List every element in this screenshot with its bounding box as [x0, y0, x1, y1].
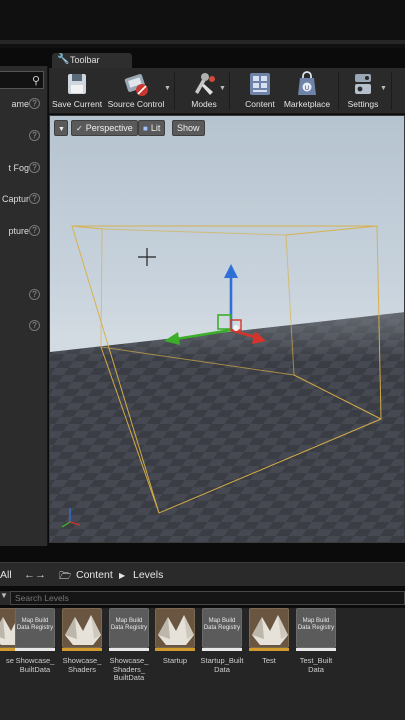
asset-name: Test_Built Data [299, 656, 333, 674]
search-levels-input[interactable]: Search Levels [10, 591, 405, 605]
level-preview-icon [65, 615, 101, 645]
asset-grid: se Map Build Data Registry Showcase_ Built… [0, 608, 405, 720]
divider [174, 72, 175, 110]
help-icon[interactable]: ? [29, 193, 40, 204]
chevron-down-icon[interactable]: ▼ [164, 85, 171, 92]
help-icon[interactable]: ? [29, 225, 40, 236]
chevron-down-icon[interactable]: ▼ [380, 85, 387, 92]
content-browser-path-bar: All ←→ 🗁 Content ▶ Levels [0, 562, 405, 586]
help-icon[interactable]: ? [29, 130, 40, 141]
modes-icon [195, 73, 215, 95]
asset-name: Startup [162, 656, 188, 665]
chevron-down-icon[interactable]: ▼ [219, 85, 226, 92]
chevron-right-icon: ▶ [119, 571, 126, 580]
window-top-strip [0, 0, 405, 48]
asset-tile[interactable]: Map Build Data Registry Showcase_ Shaders… [109, 608, 149, 683]
details-row-help-a: ? [0, 289, 44, 303]
asset-tile[interactable]: Startup [155, 608, 195, 666]
map-build-data-thumbnail: Map Build Data Registry [296, 608, 336, 648]
details-search-input[interactable]: ⚲ [0, 71, 44, 89]
crosshair-icon [138, 248, 156, 266]
help-icon[interactable]: ? [29, 289, 40, 300]
perspective-button[interactable]: ✓ Perspective [71, 120, 138, 136]
asset-type-bar [109, 648, 149, 651]
show-flags-button[interactable]: Show [172, 120, 205, 136]
modes-button[interactable]: Modes [185, 70, 223, 112]
content-browser-icon [250, 73, 270, 95]
lit-sphere-icon: ■ [143, 124, 148, 133]
details-row-name[interactable]: ame? [0, 98, 44, 112]
level-map-thumbnail [62, 608, 102, 648]
save-icon [68, 74, 86, 94]
save-current-button[interactable]: Save Current [52, 70, 102, 112]
asset-tile[interactable]: Showcase_ Shaders [62, 608, 102, 674]
lit-view-mode-button[interactable]: ■ Lit [138, 120, 166, 136]
settings-icon [355, 74, 371, 94]
asset-type-bar [155, 648, 195, 651]
level-map-thumbnail [249, 608, 289, 648]
filter-all-button[interactable]: All [0, 569, 12, 581]
asset-tile[interactable]: Test [249, 608, 289, 666]
nav-back-forward-icon[interactable]: ←→ [24, 569, 46, 581]
asset-tile[interactable]: Map Build Data Registry Startup_Built Dat… [200, 608, 244, 674]
viewport-options-button[interactable]: ▼ [54, 120, 68, 136]
settings-button[interactable]: Settings [345, 70, 381, 112]
level-map-thumbnail [155, 608, 195, 648]
asset-name: Showcase_ Shaders_ BuiltData [109, 656, 149, 682]
tab-toolbar[interactable]: 🔧 Toolbar [52, 53, 132, 69]
details-row-capture-2[interactable]: pture? [0, 225, 44, 239]
level-viewport[interactable]: ▼ ✓ Perspective ■ Lit Show [49, 115, 405, 543]
asset-type-bar [296, 648, 336, 651]
help-icon[interactable]: ? [29, 162, 40, 173]
map-build-data-thumbnail: Map Build Data Registry [109, 608, 149, 648]
details-row-help-b: ? [0, 320, 44, 334]
source-control-icon [124, 74, 148, 96]
details-row-fog[interactable]: t Fog? [0, 162, 44, 176]
divider [391, 72, 392, 110]
details-row-capture[interactable]: Captur? [0, 193, 44, 207]
map-build-data-thumbnail: Map Build Data Registry [202, 608, 242, 648]
toolbar: Save Current Source Control ▼ Modes ▼ Co… [49, 68, 405, 114]
asset-tile[interactable]: Map Build Data Registry Test_Built Data [296, 608, 336, 674]
asset-name: Showcase_ BuiltData [15, 656, 55, 674]
filters-dropdown[interactable]: ▼ [0, 591, 10, 605]
level-preview-icon [158, 615, 194, 645]
perspective-icon: ✓ [76, 124, 83, 133]
svg-text:U: U [305, 85, 309, 92]
chevron-down-icon: ▼ [58, 126, 65, 133]
asset-name: Test [262, 656, 276, 665]
source-control-button[interactable]: Source Control [107, 70, 165, 112]
asset-type-bar [249, 648, 289, 651]
breadcrumb-levels[interactable]: Levels [133, 569, 163, 581]
breadcrumb-content[interactable]: Content [76, 569, 113, 581]
asset-type-bar [15, 648, 55, 651]
level-preview-icon [252, 615, 288, 645]
search-icon: ⚲ [31, 75, 40, 87]
map-build-data-thumbnail: Map Build Data Registry [15, 608, 55, 648]
asset-type-bar [202, 648, 242, 651]
asset-tile[interactable]: Map Build Data Registry Showcase_ BuiltDa… [15, 608, 55, 674]
content-button[interactable]: Content [242, 70, 278, 112]
asset-name: Showcase_ Shaders [62, 656, 102, 674]
folder-icon: 🗁 [59, 571, 72, 582]
marketplace-icon: U [298, 71, 316, 95]
asset-type-bar [62, 648, 102, 651]
asset-name: Startup_Built Data [200, 656, 244, 674]
marketplace-button[interactable]: U Marketplace [282, 70, 332, 112]
help-icon[interactable]: ? [29, 98, 40, 109]
divider [338, 72, 339, 110]
divider [229, 72, 230, 110]
divider [0, 40, 405, 44]
wrench-icon: 🔧 [57, 54, 70, 65]
viewport-scene [50, 225, 404, 542]
details-panel: ⚲ ame? ? t Fog? Captur? pture? ? ? [0, 66, 48, 546]
help-icon[interactable]: ? [29, 320, 40, 331]
details-row-empty: ? [0, 130, 44, 144]
